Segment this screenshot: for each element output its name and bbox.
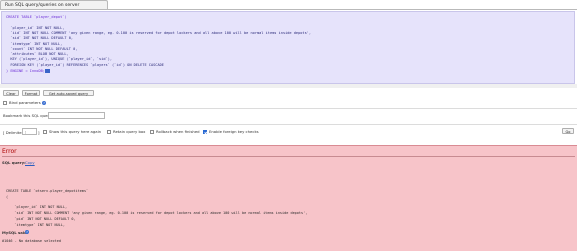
delimiter-input[interactable]: ; [22,128,37,135]
bookmark-label: Bookmark this SQL query: [3,113,53,118]
text-cursor [44,69,50,73]
copy-link[interactable]: Copy [25,160,35,165]
error-query-line: `itemtype` INT NOT NULL, [6,223,66,227]
editor-line: `itemtype` INT NOT NULL, [6,42,63,46]
rollback-label: Rollback when finished [156,129,200,134]
error-title: Error [2,148,17,155]
delimiter-close: ] [38,130,40,135]
retain-query-box-label: Retain query box [113,129,146,134]
bind-parameters-label: Bind parameters [9,100,41,105]
bookmark-input[interactable] [48,112,105,119]
editor-line: CREATE TABLE `player_depot`( [6,15,67,19]
help-icon[interactable]: ? [42,101,46,105]
tab-divider [0,9,577,10]
error-query-line: `pid` INT NOT NULL DEFAULT 0, [6,217,76,221]
bind-parameters-checkbox[interactable] [3,101,7,105]
section-divider [0,124,577,125]
get-auto-saved-query-button[interactable]: Get auto-saved query [43,90,94,96]
error-query-line: `sid` INT NOT NULL COMMENT 'any given ra… [6,211,308,215]
sql-query-label: SQL query: [2,160,26,165]
editor-line: `attributes` BLOB NOT NULL, [6,52,69,56]
editor-line: `iid` INT NOT NULL COMMENT 'any given ra… [6,31,312,35]
clear-button[interactable]: Clear [3,90,19,96]
editor-line: `sid` INT NOT NULL DEFAULT 0, [6,36,74,40]
retain-query-box-checkbox[interactable] [107,130,111,134]
go-button[interactable]: Go [562,128,574,134]
editor-line: `count` INT NOT NULL DEFAULT 0, [6,47,78,51]
editor-scrollbar[interactable] [0,84,577,88]
error-query-line: `player_id` INT NOT NULL, [6,205,68,209]
section-divider [0,108,577,109]
delimiter-label: [ Delimiter [3,130,24,135]
error-query-line: CREATE TABLE `otserv.player_depotitems` [6,189,89,193]
query-tab[interactable]: Run SQL query/queries on server "127.0.0… [0,0,108,17]
rollback-checkbox[interactable] [150,130,154,134]
foreign-key-checks-label: Enable foreign key checks [209,129,259,134]
editor-line: FOREIGN KEY (`player_id`) REFERENCES `pl… [6,63,164,67]
sql-editor[interactable]: CREATE TABLE `player_depot`( `player_id`… [1,11,575,84]
error-message: #1046 - No database selected [2,239,62,243]
show-query-again-label: Show this query here again [49,129,102,134]
error-query-line: ( [6,195,9,199]
foreign-key-checks-checkbox[interactable] [203,130,207,134]
editor-line: `player_id` INT NOT NULL, [6,26,65,30]
editor-line: KEY (`player_id`), UNIQUE (`player_id`, … [6,57,113,61]
show-query-again-checkbox[interactable] [43,130,47,134]
editor-line: ) ENGINE = InnoDB; [6,69,50,73]
error-panel: Error SQL query: Copy CREATE TABLE `otse… [0,145,577,251]
error-divider [2,156,575,157]
help-icon[interactable]: ? [25,230,29,234]
format-button[interactable]: Format [22,90,40,96]
editor-line-text: ) ENGINE = InnoDB; [6,69,45,73]
